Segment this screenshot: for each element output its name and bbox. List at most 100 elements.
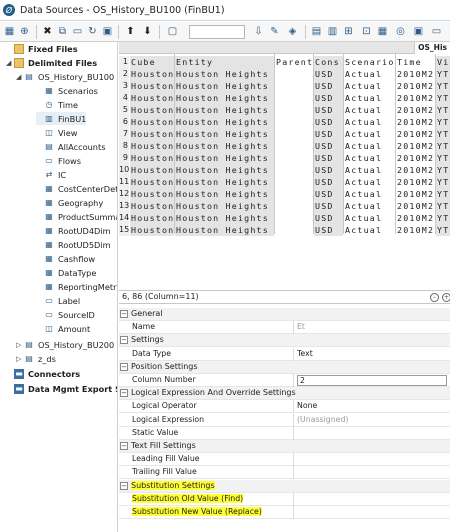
column-header[interactable]: Cube — [130, 56, 174, 68]
property-row[interactable]: Data Type Text — [119, 348, 450, 361]
grid-cell[interactable]: Actual — [344, 224, 395, 236]
property-row[interactable]: Column Number 2 — [119, 374, 450, 387]
collapse-toggle-icon[interactable]: − — [120, 442, 128, 450]
add-data-source-icon[interactable]: ⊕ — [18, 25, 31, 38]
grid-cell[interactable]: Actual — [344, 200, 395, 212]
layout-icon[interactable]: ▦ — [376, 25, 389, 38]
grid-cell[interactable]: 2010M2 — [396, 188, 435, 200]
grid-cell[interactable]: USD — [314, 104, 343, 116]
split-icon[interactable]: ⊞ — [342, 25, 355, 38]
zoom-in-icon[interactable]: + — [442, 293, 450, 302]
grid-cell[interactable]: USD — [314, 212, 343, 224]
tree-item[interactable]: ▦ Cashflow — [36, 252, 95, 265]
grid-cell[interactable] — [275, 92, 313, 104]
grid-cell[interactable]: Houston Heights — [175, 212, 274, 224]
grid-cell[interactable]: 2010M2 — [396, 140, 435, 152]
grid-cell[interactable]: YT — [436, 104, 450, 116]
property-value[interactable]: Et — [297, 322, 305, 331]
toolbar-input[interactable] — [189, 25, 245, 39]
refresh-icon[interactable]: ↻ — [86, 25, 99, 38]
tree-item[interactable]: ▬ Connectors — [6, 367, 80, 380]
grid-cell[interactable]: YT — [436, 68, 450, 80]
grid-cell[interactable]: USD — [314, 164, 343, 176]
grid-cell[interactable]: YT — [436, 152, 450, 164]
property-value[interactable]: Text — [297, 349, 313, 358]
grid-cell[interactable]: Houston Heights — [175, 92, 274, 104]
grid-cell[interactable]: Houston Heights — [175, 116, 274, 128]
grid-cell[interactable] — [275, 200, 313, 212]
grid-cell[interactable]: Houston Heights — [175, 140, 274, 152]
grid-cell[interactable]: 2010M2 — [396, 80, 435, 92]
grid-cell[interactable]: USD — [314, 152, 343, 164]
grid-cell[interactable]: Actual — [344, 68, 395, 80]
grid-cell[interactable]: Actual — [344, 188, 395, 200]
grid-cell[interactable]: Houston Heights — [175, 188, 274, 200]
property-value[interactable]: None — [297, 401, 317, 410]
property-row[interactable]: Leading Fill Value — [119, 453, 450, 466]
grid-cell[interactable]: Actual — [344, 164, 395, 176]
property-row[interactable]: Logical Operator None — [119, 400, 450, 413]
tree-item[interactable]: ▦ DataType — [36, 266, 96, 279]
grid-cell[interactable]: Houston Heights — [175, 104, 274, 116]
grid-cell[interactable] — [275, 80, 313, 92]
move-up-icon[interactable]: ⬆ — [124, 25, 137, 38]
tree-item[interactable]: ◫ Amount — [36, 322, 90, 335]
tree-item[interactable]: ◫ View — [36, 126, 77, 139]
grid-cell[interactable]: Actual — [344, 140, 395, 152]
grid-cell[interactable]: 2010M2 — [396, 176, 435, 188]
collapse-icon[interactable]: ◢ — [6, 59, 14, 67]
tree-item[interactable]: ▭ Label — [36, 294, 80, 307]
column-header[interactable]: Parent — [275, 56, 313, 68]
property-section[interactable]: − General — [119, 308, 450, 321]
grid-cell[interactable] — [275, 140, 313, 152]
grid-tab[interactable]: OS_His — [414, 42, 450, 54]
grid-cell[interactable]: 2010M2 — [396, 128, 435, 140]
grid-icon[interactable]: ▤ — [310, 25, 323, 38]
grid-cell[interactable]: USD — [314, 80, 343, 92]
grid-cell[interactable]: Actual — [344, 212, 395, 224]
filter-icon[interactable]: ◈ — [286, 25, 299, 38]
grid-cell[interactable] — [275, 104, 313, 116]
copy-icon[interactable]: ⧉ — [56, 25, 69, 38]
grid-cell[interactable]: YT — [436, 176, 450, 188]
tree-item[interactable]: ◢ ▤ OS_History_BU100 — [16, 70, 114, 83]
property-row[interactable]: Substitution New Value (Replace) — [119, 506, 450, 519]
grid-cell[interactable]: YT — [436, 80, 450, 92]
expand-icon[interactable]: ▷ — [16, 355, 24, 363]
tree-item[interactable]: ▦ Scenarios — [36, 84, 98, 97]
tree-item[interactable]: ▷ ▤ OS_History_BU200 — [16, 338, 114, 351]
column-header[interactable]: Vi — [436, 56, 450, 68]
grid-cell[interactable]: Houston Heights — [175, 68, 274, 80]
property-section[interactable]: − Text Fill Settings — [119, 440, 450, 453]
property-section[interactable]: − Settings — [119, 334, 450, 347]
grid-cell[interactable]: USD — [314, 224, 343, 236]
grid-cell[interactable]: Houston Heights — [175, 224, 274, 236]
grid-cell[interactable]: Houston — [130, 140, 174, 152]
delete-icon[interactable]: ✖ — [41, 25, 54, 38]
property-row[interactable]: Name Et — [119, 321, 450, 334]
page-icon[interactable]: ▢ — [166, 25, 179, 38]
grid-cell[interactable]: Houston — [130, 116, 174, 128]
tree-item[interactable]: ▭ SourceID — [36, 308, 95, 321]
grid-cell[interactable]: Actual — [344, 92, 395, 104]
tree-item[interactable]: ◷ Time — [36, 98, 79, 111]
grid-cell[interactable]: YT — [436, 164, 450, 176]
grid-cell[interactable]: YT — [436, 128, 450, 140]
grid-cell[interactable]: YT — [436, 188, 450, 200]
grid-cell[interactable]: Houston Heights — [175, 176, 274, 188]
tree-item[interactable]: ▭ Flows — [36, 154, 81, 167]
grid-cell[interactable]: 2010M2 — [396, 104, 435, 116]
grid-cell[interactable]: Houston — [130, 188, 174, 200]
data-source-icon[interactable]: ▦ — [3, 25, 16, 38]
grid-cell[interactable]: YT — [436, 140, 450, 152]
grid-cell[interactable]: USD — [314, 176, 343, 188]
grid-cell[interactable] — [275, 212, 313, 224]
grid-cell[interactable]: 2010M2 — [396, 224, 435, 236]
grid-cell[interactable]: Houston — [130, 212, 174, 224]
grid-cell[interactable]: Houston — [130, 164, 174, 176]
grid-cell[interactable]: Houston Heights — [175, 200, 274, 212]
grid-cell[interactable]: USD — [314, 128, 343, 140]
property-row[interactable]: Trailing Fill Value — [119, 466, 450, 479]
save-icon[interactable]: ▣ — [101, 25, 114, 38]
grid-cell[interactable]: YT — [436, 116, 450, 128]
